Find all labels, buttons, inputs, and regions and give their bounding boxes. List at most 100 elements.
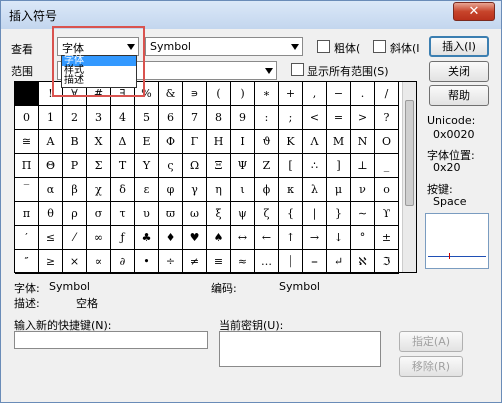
symbol-cell[interactable]: •	[135, 250, 159, 274]
symbol-cell[interactable]: Ο	[375, 130, 399, 154]
symbol-cell[interactable]: Θ	[39, 154, 63, 178]
symbol-cell[interactable]: ο	[375, 178, 399, 202]
symbol-cell[interactable]: α	[39, 178, 63, 202]
symbol-cell[interactable]: ≤	[39, 226, 63, 250]
symbol-cell[interactable]: 3	[87, 106, 111, 130]
symbol-cell[interactable]: Τ	[111, 154, 135, 178]
symbol-cell[interactable]: !	[39, 82, 63, 106]
symbol-cell[interactable]: ∝	[87, 250, 111, 274]
symbol-cell[interactable]: ,	[303, 82, 327, 106]
symbol-cell[interactable]: ϑ	[255, 130, 279, 154]
symbol-cell[interactable]: Ζ	[255, 154, 279, 178]
symbol-cell[interactable]: °	[351, 226, 375, 250]
symbol-cell[interactable]: 8	[207, 106, 231, 130]
symbol-cell[interactable]: )	[231, 82, 255, 106]
symbol-cell[interactable]: ⏐	[279, 250, 303, 274]
symbol-cell[interactable]: σ	[87, 202, 111, 226]
symbol-cell[interactable]: Ξ	[207, 154, 231, 178]
symbol-cell[interactable]: ϒ	[375, 202, 399, 226]
symbol-cell[interactable]: 5	[135, 106, 159, 130]
symbol-cell[interactable]: Λ	[303, 130, 327, 154]
symbol-cell[interactable]: ζ	[255, 202, 279, 226]
symbol-cell[interactable]: 7	[183, 106, 207, 130]
symbol-cell[interactable]: ƒ	[111, 226, 135, 250]
current-key-list[interactable]	[219, 331, 381, 367]
symbol-cell[interactable]: ℵ	[351, 250, 375, 274]
symbol-cell[interactable]: ⁄	[63, 226, 87, 250]
symbol-cell[interactable]: τ	[111, 202, 135, 226]
symbol-cell[interactable]: ′	[15, 226, 39, 250]
remove-button[interactable]: 移除(R)	[399, 356, 463, 377]
vertical-scrollbar[interactable]	[402, 82, 416, 272]
symbol-cell[interactable]: υ	[135, 202, 159, 226]
symbol-cell[interactable]: ι	[231, 178, 255, 202]
symbol-cell[interactable]: →	[303, 226, 327, 250]
symbol-cell[interactable]: χ	[87, 178, 111, 202]
symbol-cell[interactable]: {	[279, 202, 303, 226]
symbol-cell[interactable]: ♣	[135, 226, 159, 250]
symbol-cell[interactable]: ≅	[15, 130, 39, 154]
symbol-cell[interactable]: η	[207, 178, 231, 202]
symbol-cell[interactable]: [	[279, 154, 303, 178]
symbol-cell[interactable]: %	[135, 82, 159, 106]
symbol-cell[interactable]: Δ	[111, 130, 135, 154]
show-all-ranges-checkbox[interactable]	[291, 63, 304, 76]
symbol-cell[interactable]: }	[327, 202, 351, 226]
symbol-cell[interactable]: ℑ	[375, 250, 399, 274]
symbol-cell[interactable]: ≥	[39, 250, 63, 274]
symbol-cell[interactable]: ς	[159, 154, 183, 178]
symbol-cell[interactable]: ⊥	[351, 154, 375, 178]
symbol-cell[interactable]: ρ	[63, 202, 87, 226]
symbol-cell[interactable]: φ	[159, 178, 183, 202]
symbol-cell[interactable]: ξ	[207, 202, 231, 226]
symbol-cell[interactable]: ±	[375, 226, 399, 250]
symbol-cell[interactable]: λ	[303, 178, 327, 202]
symbol-cell[interactable]: ″	[15, 250, 39, 274]
symbol-cell[interactable]: Ψ	[231, 154, 255, 178]
symbol-cell[interactable]: Η	[207, 130, 231, 154]
symbol-cell[interactable]: ∍	[183, 82, 207, 106]
symbol-cell[interactable]: 6	[159, 106, 183, 130]
symbol-cell[interactable]: ↔	[231, 226, 255, 250]
symbol-cell[interactable]: |	[303, 202, 327, 226]
symbol-cell[interactable]: κ	[279, 178, 303, 202]
symbol-cell[interactable]: ≠	[183, 250, 207, 274]
symbol-cell[interactable]: ♥	[183, 226, 207, 250]
symbol-cell[interactable]: ∂	[111, 250, 135, 274]
symbol-cell[interactable]: Χ	[87, 130, 111, 154]
symbol-cell[interactable]: ϕ	[255, 178, 279, 202]
scrollbar-thumb[interactable]	[405, 100, 414, 206]
help-button[interactable]: 帮助	[429, 85, 489, 106]
symbol-cell[interactable]: ∴	[303, 154, 327, 178]
symbol-cell[interactable]: Μ	[327, 130, 351, 154]
close-window-button[interactable]: ✕	[453, 2, 495, 21]
symbol-cell[interactable]: μ	[327, 178, 351, 202]
symbol-cell[interactable]: Ε	[135, 130, 159, 154]
symbol-cell[interactable]: <	[303, 106, 327, 130]
symbol-cell[interactable]: ⎯	[303, 250, 327, 274]
symbol-cell[interactable]: Γ	[183, 130, 207, 154]
symbol-cell[interactable]: ‾	[15, 178, 39, 202]
symbol-cell[interactable]: ÷	[159, 250, 183, 274]
symbol-cell[interactable]: Ω	[183, 154, 207, 178]
symbol-cell[interactable]: ϖ	[159, 202, 183, 226]
symbol-cell[interactable]: Α	[39, 130, 63, 154]
symbol-cell[interactable]: =	[327, 106, 351, 130]
symbol-cell[interactable]: (	[207, 82, 231, 106]
symbol-cell[interactable]: ×	[63, 250, 87, 274]
symbol-cell[interactable]: ≡	[207, 250, 231, 274]
symbol-cell[interactable]: .	[351, 82, 375, 106]
symbol-cell[interactable]: ∼	[351, 202, 375, 226]
symbol-cell[interactable]: δ	[111, 178, 135, 202]
symbol-cell[interactable]: Ν	[351, 130, 375, 154]
symbol-cell[interactable]: 2	[63, 106, 87, 130]
symbol-cell[interactable]: ♦	[159, 226, 183, 250]
symbol-cell[interactable]: Β	[63, 130, 87, 154]
symbol-cell[interactable]: θ	[39, 202, 63, 226]
symbol-cell[interactable]: Σ	[87, 154, 111, 178]
symbol-cell[interactable]: Κ	[279, 130, 303, 154]
symbol-cell[interactable]: _	[375, 154, 399, 178]
symbol-cell[interactable]: ε	[135, 178, 159, 202]
symbol-cell[interactable]: Ρ	[63, 154, 87, 178]
symbol-cell[interactable]: β	[63, 178, 87, 202]
